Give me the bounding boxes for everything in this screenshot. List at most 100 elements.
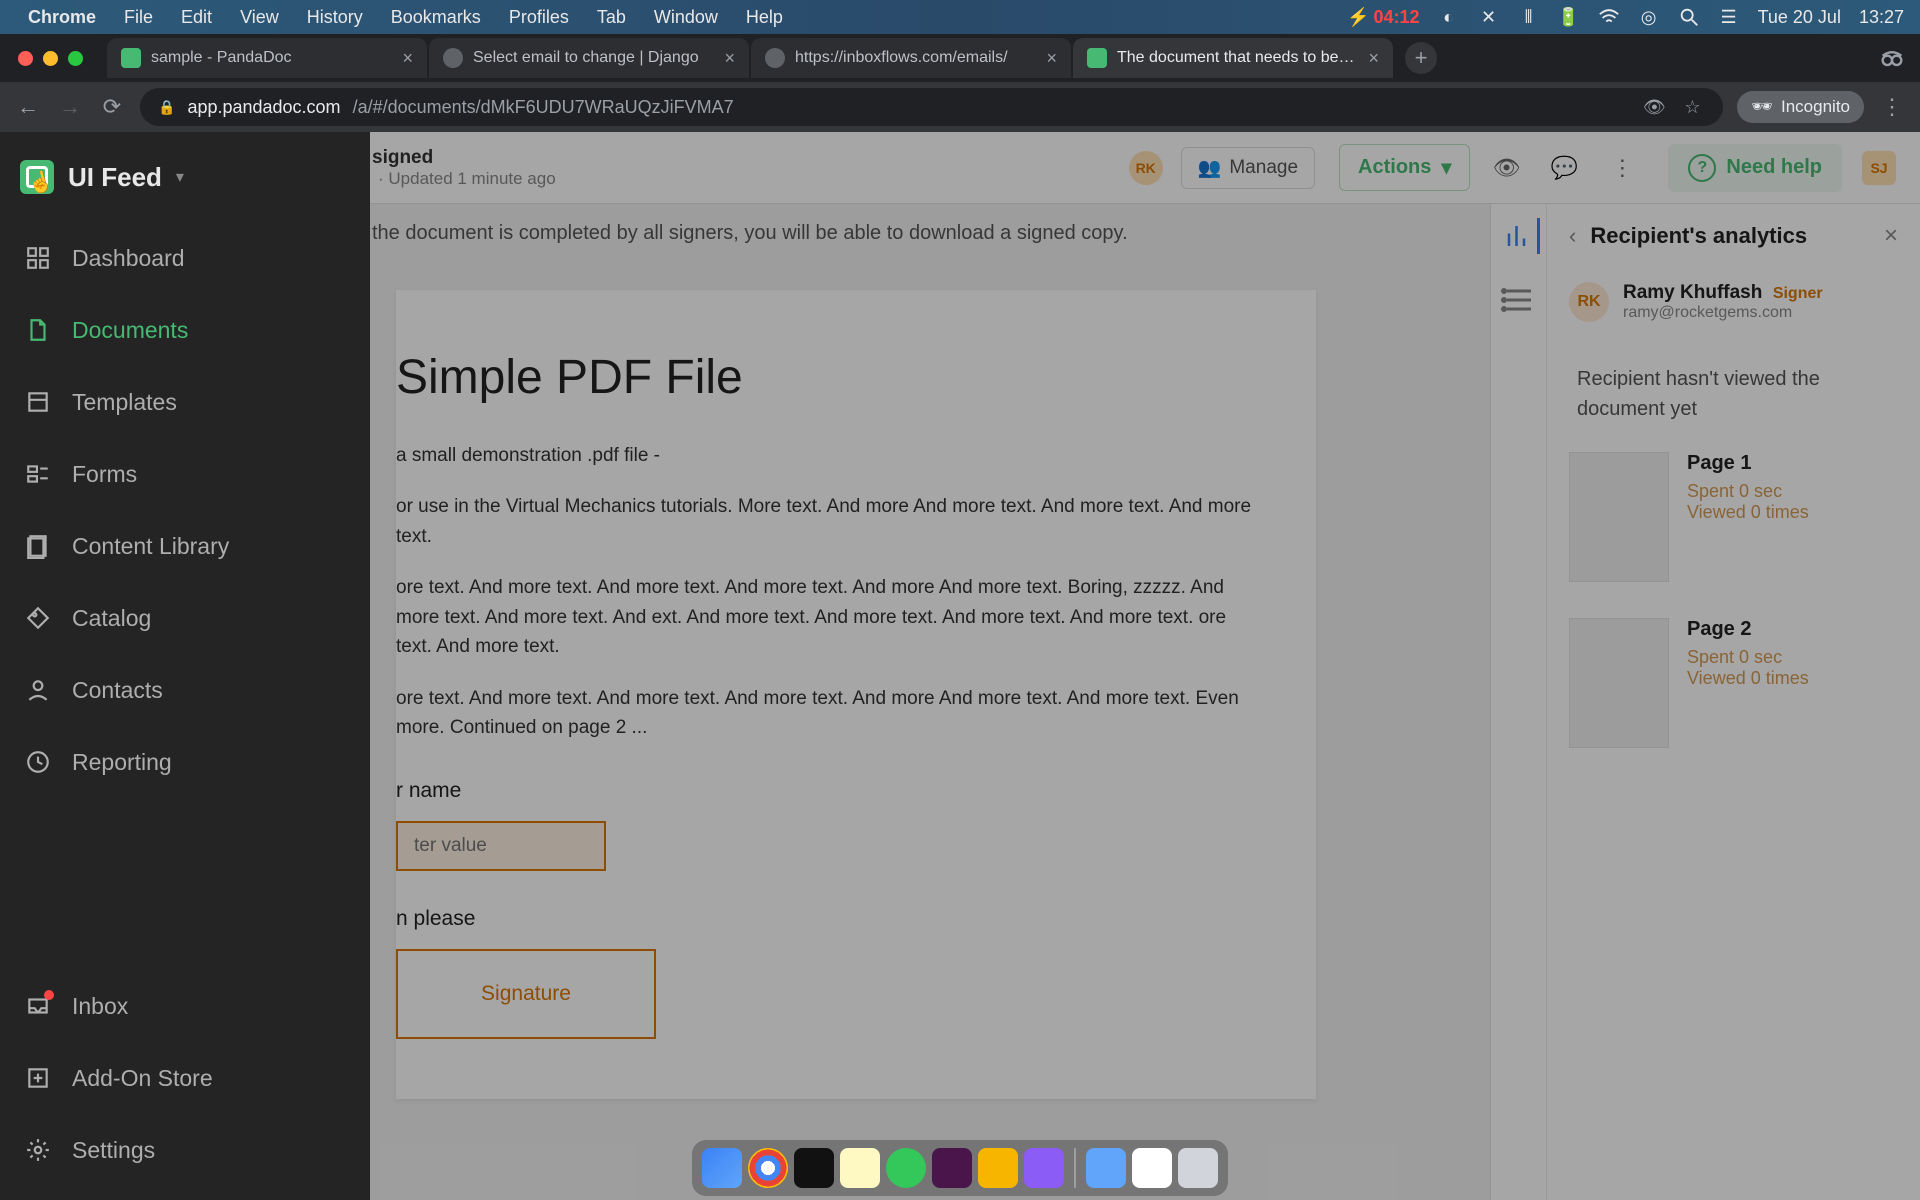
chevron-down-icon: ▾ <box>176 167 184 187</box>
dock-document[interactable] <box>1132 1148 1172 1188</box>
dock-notes[interactable] <box>840 1148 880 1188</box>
menubar-history[interactable]: History <box>307 7 363 28</box>
status-icon-3[interactable]: ⫴ <box>1518 6 1540 28</box>
analytics-content: ‹ Recipient's analytics × RK Ramy Khuffa… <box>1547 204 1920 1200</box>
menubar-tab[interactable]: Tab <box>597 7 626 28</box>
library-icon <box>24 532 52 560</box>
menubar-help[interactable]: Help <box>746 7 783 28</box>
chat-icon[interactable]: 💬 <box>1542 146 1586 190</box>
manage-button[interactable]: 👥 Manage <box>1181 147 1315 189</box>
menubar-file[interactable]: File <box>124 7 153 28</box>
contacts-icon <box>24 676 52 704</box>
dock-app-2[interactable] <box>978 1148 1018 1188</box>
tag-icon <box>24 604 52 632</box>
tab-close-button[interactable]: × <box>724 48 735 69</box>
incognito-chip[interactable]: 🕶 Incognito <box>1737 91 1864 123</box>
sidebar-item-dashboard[interactable]: Dashboard <box>0 222 370 294</box>
window-controls <box>18 51 83 66</box>
chrome-menu-button[interactable]: ⋮ <box>1878 93 1906 121</box>
menubar-edit[interactable]: Edit <box>181 7 212 28</box>
signature-field[interactable]: Signature <box>396 949 656 1039</box>
dock-chrome[interactable] <box>748 1148 788 1188</box>
dock-finder[interactable] <box>702 1148 742 1188</box>
sidebar-item-label: Documents <box>72 317 188 344</box>
tab-close-button[interactable]: × <box>1368 48 1379 69</box>
window-minimize-button[interactable] <box>43 51 58 66</box>
menubar-app-name[interactable]: Chrome <box>28 7 96 28</box>
menubar-window[interactable]: Window <box>654 7 718 28</box>
window-zoom-button[interactable] <box>68 51 83 66</box>
status-icon-1[interactable]: ◐ <box>1438 6 1460 28</box>
recipient-avatar[interactable]: RK <box>1129 151 1163 185</box>
menubar-clock[interactable]: 13:27 <box>1859 7 1904 28</box>
menubar-view[interactable]: View <box>240 7 279 28</box>
tab-close-button[interactable]: × <box>402 48 413 69</box>
wifi-icon[interactable] <box>1598 6 1620 28</box>
page-thumbnail[interactable] <box>1569 618 1669 748</box>
forward-button[interactable]: → <box>56 93 84 121</box>
dock-terminal[interactable] <box>794 1148 834 1188</box>
analytics-toolbar <box>1491 204 1547 1200</box>
browser-tab-2[interactable]: Select email to change | Django × <box>429 38 749 78</box>
sidebar-item-inbox[interactable]: Inbox <box>0 970 370 1042</box>
browser-tab-3[interactable]: https://inboxflows.com/emails/ × <box>751 38 1071 78</box>
sidebar-item-content-library[interactable]: Content Library <box>0 510 370 582</box>
analytics-tab-list-icon[interactable] <box>1501 282 1537 318</box>
document-icon <box>24 316 52 344</box>
back-button[interactable]: ← <box>14 93 42 121</box>
sidebar-item-catalog[interactable]: Catalog <box>0 582 370 654</box>
gear-icon <box>24 1136 52 1164</box>
star-bookmark-icon[interactable]: ☆ <box>1679 94 1705 120</box>
browser-tab-1[interactable]: sample - PandaDoc × <box>107 38 427 78</box>
preview-eye-icon[interactable]: 👁 <box>1484 146 1528 190</box>
name-text-field[interactable] <box>396 821 606 871</box>
window-close-button[interactable] <box>18 51 33 66</box>
reload-button[interactable]: ⟳ <box>98 93 126 121</box>
dock-trash[interactable] <box>1178 1148 1218 1188</box>
people-icon: 👥 <box>1198 156 1222 180</box>
menubar-profiles[interactable]: Profiles <box>509 7 569 28</box>
workspace-switcher[interactable]: UI Feed ▾ <box>0 150 370 222</box>
sidebar-item-templates[interactable]: Templates <box>0 366 370 438</box>
incognito-indicator-icon[interactable] <box>1878 44 1906 72</box>
current-user-avatar[interactable]: SJ <box>1862 151 1896 185</box>
page-thumbnail[interactable] <box>1569 452 1669 582</box>
sidebar-item-forms[interactable]: Forms <box>0 438 370 510</box>
workspace-name: UI Feed <box>68 162 162 193</box>
menubar-bookmarks[interactable]: Bookmarks <box>391 7 481 28</box>
sidebar-item-settings[interactable]: Settings <box>0 1114 370 1186</box>
status-icon-2[interactable]: ✕ <box>1478 6 1500 28</box>
dock-app-3[interactable] <box>1024 1148 1064 1188</box>
need-help-button[interactable]: ? Need help <box>1668 144 1842 192</box>
battery-icon[interactable]: 🔋 <box>1558 6 1580 28</box>
tab-close-button[interactable]: × <box>1046 48 1057 69</box>
dock-app-1[interactable] <box>932 1148 972 1188</box>
new-tab-button[interactable]: + <box>1405 42 1437 74</box>
dock-folder[interactable] <box>1086 1148 1126 1188</box>
manage-label: Manage <box>1229 157 1298 179</box>
recipient-row[interactable]: RK Ramy Khuffash Signer ramy@rocketgems.… <box>1569 268 1898 336</box>
dock-messages[interactable] <box>886 1148 926 1188</box>
sidebar-item-documents[interactable]: Documents <box>0 294 370 366</box>
spotlight-icon[interactable] <box>1678 6 1700 28</box>
panel-close-button[interactable]: × <box>1884 222 1898 250</box>
browser-tab-4-active[interactable]: The document that needs to be… × <box>1073 38 1393 78</box>
sidebar-item-reporting[interactable]: Reporting <box>0 726 370 798</box>
battery-status[interactable]: ⚡04:12 <box>1347 7 1419 28</box>
need-help-label: Need help <box>1726 156 1822 179</box>
page-spent: Spent 0 sec <box>1687 481 1809 502</box>
menubar-date[interactable]: Tue 20 Jul <box>1758 7 1841 28</box>
panel-back-button[interactable]: ‹ <box>1569 223 1576 249</box>
analytics-tab-chart-icon[interactable] <box>1504 218 1540 254</box>
sidebar-item-label: Templates <box>72 389 177 416</box>
sidebar-item-addon-store[interactable]: Add-On Store <box>0 1042 370 1114</box>
actions-dropdown[interactable]: Actions ▾ <box>1339 144 1470 191</box>
extension-icon[interactable]: 👁 <box>1641 94 1667 120</box>
sidebar-item-contacts[interactable]: Contacts <box>0 654 370 726</box>
url-omnibox[interactable]: 🔒 app.pandadoc.com/a/#/documents/dMkF6UD… <box>140 88 1723 126</box>
control-center-icon[interactable]: ☰ <box>1718 6 1740 28</box>
kebab-menu-icon[interactable]: ⋮ <box>1600 146 1644 190</box>
not-viewed-notice: Recipient hasn't viewed the document yet <box>1577 364 1890 424</box>
sidebar-item-label: Contacts <box>72 677 163 704</box>
status-icon-4[interactable]: ◎ <box>1638 6 1660 28</box>
